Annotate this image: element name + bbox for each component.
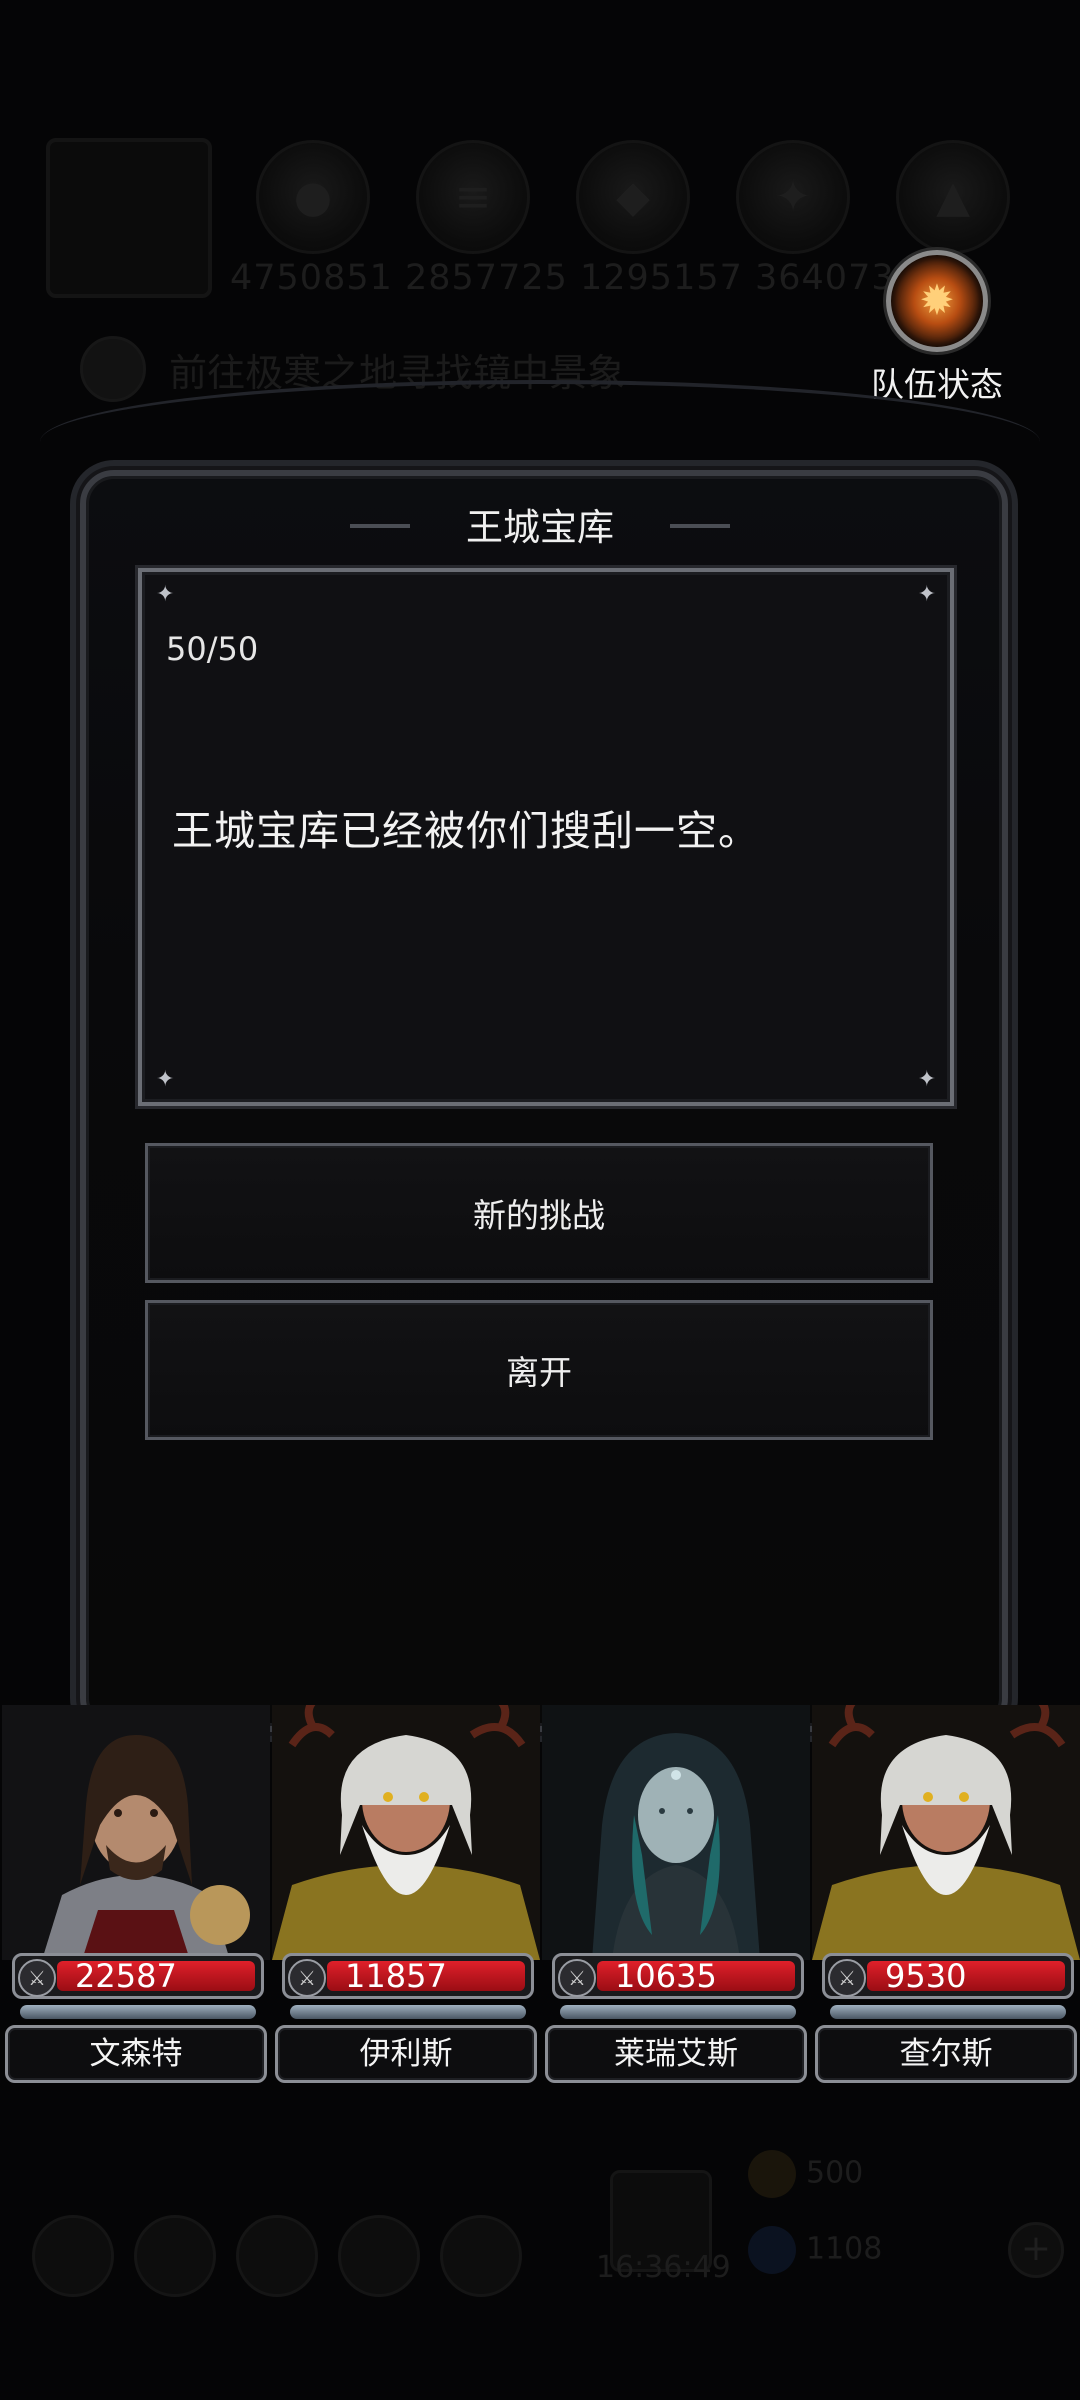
- fire-emblem-icon: ✹: [886, 250, 988, 352]
- resource-slot-blue: ✦: [736, 140, 850, 254]
- menu-icon: [236, 2215, 318, 2297]
- player-portrait-slot: [46, 138, 212, 298]
- dialog-title-bar: 王城宝库: [350, 488, 730, 575]
- hero-portrait: [272, 1705, 540, 1960]
- hp-value: 11857: [345, 1957, 447, 1995]
- clock-text: 16:36:49: [596, 2250, 731, 2285]
- hp-bar: ⚔ 11857: [282, 1953, 534, 1999]
- hp-bar: ⚔ 22587: [12, 1953, 264, 1999]
- hero-name: 查尔斯: [815, 2025, 1077, 2083]
- message-panel: ✦ ✦ ✦ ✦ 50/50 王城宝库已经被你们搜刮一空。: [138, 568, 954, 1106]
- corner-star-icon: ✦: [917, 582, 936, 607]
- hp-bar: ⚔ 10635: [552, 1953, 804, 1999]
- corner-star-icon: ✦: [156, 582, 175, 607]
- menu-icon: [32, 2215, 114, 2297]
- orb-icon: ●: [293, 171, 333, 223]
- wood-icon: ≡: [454, 171, 492, 223]
- sword-icon: ⚔: [828, 1959, 866, 1997]
- dialog-title: 王城宝库: [466, 506, 614, 549]
- energy-bar: [290, 2005, 526, 2019]
- hero-card[interactable]: ⚔ 11857 伊利斯: [272, 1705, 540, 2085]
- crystal-icon: ✦: [774, 171, 812, 223]
- hero-name: 伊利斯: [275, 2025, 537, 2083]
- title-wing-left: [350, 524, 410, 528]
- hero-portrait: [812, 1705, 1080, 1960]
- energy-bar: [560, 2005, 796, 2019]
- hp-value: 22587: [75, 1957, 177, 1995]
- corner-star-icon: ✦: [917, 1067, 936, 1092]
- corner-star-icon: ✦: [156, 1067, 175, 1092]
- hero-card[interactable]: ⚔ 22587 文森特: [2, 1705, 270, 2085]
- hero-portrait: [542, 1705, 810, 1960]
- title-wing-right: [670, 524, 730, 528]
- leave-button[interactable]: 离开: [145, 1300, 933, 1440]
- hp-bar: ⚔ 9530: [822, 1953, 1074, 1999]
- iron-icon: ▲: [936, 171, 970, 223]
- gold-coin-icon: [748, 2150, 796, 2198]
- resource-slot-stone: ◆: [576, 140, 690, 254]
- gem-currency: 1108: [748, 2226, 882, 2274]
- menu-icon: [440, 2215, 522, 2297]
- progress-counter: 50/50: [166, 630, 259, 668]
- hero-name: 文森特: [5, 2025, 267, 2083]
- energy-bar: [830, 2005, 1066, 2019]
- team-status-button[interactable]: ✹ 队伍状态: [862, 250, 1012, 406]
- hp-value: 10635: [615, 1957, 717, 1995]
- quest-icon: [80, 336, 146, 402]
- hero-portrait: [2, 1705, 270, 1960]
- sword-icon: ⚔: [18, 1959, 56, 1997]
- menu-icon: [134, 2215, 216, 2297]
- sword-icon: ⚔: [558, 1959, 596, 1997]
- event-message: 王城宝库已经被你们搜刮一空。: [172, 807, 760, 855]
- sword-icon: ⚔: [288, 1959, 326, 1997]
- hero-card[interactable]: ⚔ 10635 莱瑞艾斯: [542, 1705, 810, 2085]
- energy-bar: [20, 2005, 256, 2019]
- resource-slot-iron: ▲: [896, 140, 1010, 254]
- new-challenge-button[interactable]: 新的挑战: [145, 1143, 933, 1283]
- hp-value: 9530: [885, 1957, 967, 1995]
- gem-icon: [748, 2226, 796, 2274]
- hero-name: 莱瑞艾斯: [545, 2025, 807, 2083]
- stone-icon: ◆: [616, 171, 650, 223]
- hero-card[interactable]: ⚔ 9530 查尔斯: [812, 1705, 1080, 2085]
- menu-icon: [338, 2215, 420, 2297]
- add-currency-icon: +: [1008, 2222, 1064, 2278]
- resource-slot-orange: ●: [256, 140, 370, 254]
- gold-currency: 500: [748, 2150, 863, 2198]
- resource-slot-gold: ≡: [416, 140, 530, 254]
